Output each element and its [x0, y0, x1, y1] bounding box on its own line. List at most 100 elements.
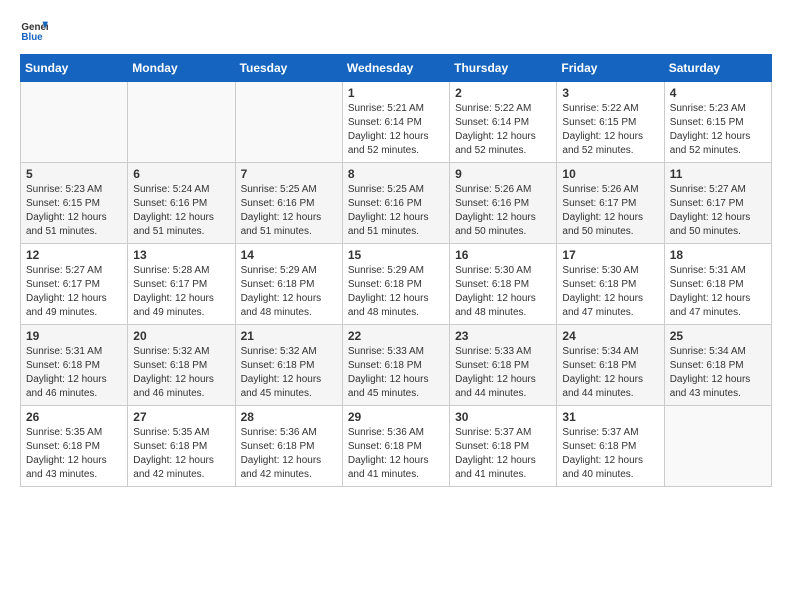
day-number: 28	[241, 410, 337, 424]
calendar-cell: 25 Sunrise: 5:34 AM Sunset: 6:18 PM Dayli…	[664, 325, 771, 406]
week-row-3: 12 Sunrise: 5:27 AM Sunset: 6:17 PM Dayli…	[21, 244, 772, 325]
day-info: Sunrise: 5:31 AM Sunset: 6:18 PM Dayligh…	[670, 264, 766, 320]
day-number: 11	[670, 167, 766, 181]
day-number: 17	[562, 248, 658, 262]
calendar-cell: 12 Sunrise: 5:27 AM Sunset: 6:17 PM Dayli…	[21, 244, 128, 325]
day-info: Sunrise: 5:29 AM Sunset: 6:18 PM Dayligh…	[348, 264, 444, 320]
day-number: 7	[241, 167, 337, 181]
calendar-cell: 8Sunrise: 5:25 AM Sunset: 6:16 PM Daylig…	[342, 163, 449, 244]
calendar-cell: 4Sunrise: 5:23 AM Sunset: 6:15 PM Daylig…	[664, 82, 771, 163]
day-number: 23	[455, 329, 551, 343]
day-info: Sunrise: 5:29 AM Sunset: 6:18 PM Dayligh…	[241, 264, 337, 320]
day-info: Sunrise: 5:22 AM Sunset: 6:15 PM Dayligh…	[562, 102, 658, 158]
calendar-cell: 3 Sunrise: 5:22 AM Sunset: 6:15 PM Daylig…	[557, 82, 664, 163]
calendar-cell: 28 Sunrise: 5:36 AM Sunset: 6:18 PM Dayli…	[235, 406, 342, 487]
day-number: 6	[133, 167, 229, 181]
svg-text:Blue: Blue	[21, 32, 43, 43]
weekday-header-tuesday: Tuesday	[235, 55, 342, 82]
weekday-header-wednesday: Wednesday	[342, 55, 449, 82]
calendar-cell: 6 Sunrise: 5:24 AM Sunset: 6:16 PM Daylig…	[128, 163, 235, 244]
calendar-cell: 24 Sunrise: 5:34 AM Sunset: 6:18 PM Dayli…	[557, 325, 664, 406]
calendar-cell: 10 Sunrise: 5:26 AM Sunset: 6:17 PM Dayli…	[557, 163, 664, 244]
day-number: 26	[26, 410, 122, 424]
day-info: Sunrise: 5:30 AM Sunset: 6:18 PM Dayligh…	[562, 264, 658, 320]
calendar-cell: 23 Sunrise: 5:33 AM Sunset: 6:18 PM Dayli…	[450, 325, 557, 406]
day-info: Sunrise: 5:24 AM Sunset: 6:16 PM Dayligh…	[133, 183, 229, 239]
day-info: Sunrise: 5:25 AM Sunset: 6:16 PM Dayligh…	[348, 183, 444, 239]
calendar-cell	[21, 82, 128, 163]
calendar-cell: 16Sunrise: 5:30 AM Sunset: 6:18 PM Dayli…	[450, 244, 557, 325]
day-number: 13	[133, 248, 229, 262]
day-number: 16	[455, 248, 551, 262]
week-row-2: 5Sunrise: 5:23 AM Sunset: 6:15 PM Daylig…	[21, 163, 772, 244]
week-row-4: 19Sunrise: 5:31 AM Sunset: 6:18 PM Dayli…	[21, 325, 772, 406]
day-number: 3	[562, 86, 658, 100]
calendar-cell: 22 Sunrise: 5:33 AM Sunset: 6:18 PM Dayli…	[342, 325, 449, 406]
day-info: Sunrise: 5:37 AM Sunset: 6:18 PM Dayligh…	[455, 426, 551, 482]
day-info: Sunrise: 5:27 AM Sunset: 6:17 PM Dayligh…	[670, 183, 766, 239]
day-info: Sunrise: 5:36 AM Sunset: 6:18 PM Dayligh…	[241, 426, 337, 482]
day-number: 24	[562, 329, 658, 343]
calendar-cell: 15 Sunrise: 5:29 AM Sunset: 6:18 PM Dayli…	[342, 244, 449, 325]
day-number: 22	[348, 329, 444, 343]
day-info: Sunrise: 5:26 AM Sunset: 6:16 PM Dayligh…	[455, 183, 551, 239]
calendar-cell: 9 Sunrise: 5:26 AM Sunset: 6:16 PM Daylig…	[450, 163, 557, 244]
weekday-header-row: SundayMondayTuesdayWednesdayThursdayFrid…	[21, 55, 772, 82]
day-info: Sunrise: 5:23 AM Sunset: 6:15 PM Dayligh…	[26, 183, 122, 239]
calendar-cell: 31 Sunrise: 5:37 AM Sunset: 6:18 PM Dayli…	[557, 406, 664, 487]
page-header: General Blue	[20, 16, 772, 44]
day-number: 14	[241, 248, 337, 262]
calendar-cell: 13Sunrise: 5:28 AM Sunset: 6:17 PM Dayli…	[128, 244, 235, 325]
day-info: Sunrise: 5:27 AM Sunset: 6:17 PM Dayligh…	[26, 264, 122, 320]
calendar-cell: 29Sunrise: 5:36 AM Sunset: 6:18 PM Dayli…	[342, 406, 449, 487]
calendar-cell	[128, 82, 235, 163]
day-info: Sunrise: 5:32 AM Sunset: 6:18 PM Dayligh…	[241, 345, 337, 401]
day-number: 18	[670, 248, 766, 262]
calendar-cell: 11 Sunrise: 5:27 AM Sunset: 6:17 PM Dayli…	[664, 163, 771, 244]
day-number: 25	[670, 329, 766, 343]
calendar-cell: 21 Sunrise: 5:32 AM Sunset: 6:18 PM Dayli…	[235, 325, 342, 406]
day-info: Sunrise: 5:22 AM Sunset: 6:14 PM Dayligh…	[455, 102, 551, 158]
day-number: 15	[348, 248, 444, 262]
day-info: Sunrise: 5:34 AM Sunset: 6:18 PM Dayligh…	[562, 345, 658, 401]
calendar-cell: 14 Sunrise: 5:29 AM Sunset: 6:18 PM Dayli…	[235, 244, 342, 325]
logo-icon: General Blue	[20, 16, 48, 44]
weekday-header-monday: Monday	[128, 55, 235, 82]
day-info: Sunrise: 5:37 AM Sunset: 6:18 PM Dayligh…	[562, 426, 658, 482]
day-number: 31	[562, 410, 658, 424]
day-info: Sunrise: 5:33 AM Sunset: 6:18 PM Dayligh…	[455, 345, 551, 401]
day-number: 2	[455, 86, 551, 100]
day-number: 12	[26, 248, 122, 262]
logo: General Blue	[20, 16, 48, 44]
calendar-cell	[664, 406, 771, 487]
weekday-header-saturday: Saturday	[664, 55, 771, 82]
calendar-cell: 20Sunrise: 5:32 AM Sunset: 6:18 PM Dayli…	[128, 325, 235, 406]
calendar-table: SundayMondayTuesdayWednesdayThursdayFrid…	[20, 54, 772, 487]
day-info: Sunrise: 5:36 AM Sunset: 6:18 PM Dayligh…	[348, 426, 444, 482]
calendar-cell: 17 Sunrise: 5:30 AM Sunset: 6:18 PM Dayli…	[557, 244, 664, 325]
day-info: Sunrise: 5:23 AM Sunset: 6:15 PM Dayligh…	[670, 102, 766, 158]
calendar-cell: 26 Sunrise: 5:35 AM Sunset: 6:18 PM Dayli…	[21, 406, 128, 487]
day-info: Sunrise: 5:33 AM Sunset: 6:18 PM Dayligh…	[348, 345, 444, 401]
weekday-header-sunday: Sunday	[21, 55, 128, 82]
calendar-cell	[235, 82, 342, 163]
weekday-header-thursday: Thursday	[450, 55, 557, 82]
day-info: Sunrise: 5:26 AM Sunset: 6:17 PM Dayligh…	[562, 183, 658, 239]
calendar-cell: 5Sunrise: 5:23 AM Sunset: 6:15 PM Daylig…	[21, 163, 128, 244]
day-info: Sunrise: 5:25 AM Sunset: 6:16 PM Dayligh…	[241, 183, 337, 239]
day-number: 27	[133, 410, 229, 424]
day-number: 9	[455, 167, 551, 181]
calendar-cell: 1 Sunrise: 5:21 AM Sunset: 6:14 PM Daylig…	[342, 82, 449, 163]
day-number: 10	[562, 167, 658, 181]
day-info: Sunrise: 5:21 AM Sunset: 6:14 PM Dayligh…	[348, 102, 444, 158]
calendar-cell: 19Sunrise: 5:31 AM Sunset: 6:18 PM Dayli…	[21, 325, 128, 406]
day-info: Sunrise: 5:34 AM Sunset: 6:18 PM Dayligh…	[670, 345, 766, 401]
day-number: 30	[455, 410, 551, 424]
day-info: Sunrise: 5:31 AM Sunset: 6:18 PM Dayligh…	[26, 345, 122, 401]
calendar-cell: 30 Sunrise: 5:37 AM Sunset: 6:18 PM Dayli…	[450, 406, 557, 487]
weekday-header-friday: Friday	[557, 55, 664, 82]
day-number: 21	[241, 329, 337, 343]
day-info: Sunrise: 5:32 AM Sunset: 6:18 PM Dayligh…	[133, 345, 229, 401]
day-info: Sunrise: 5:35 AM Sunset: 6:18 PM Dayligh…	[26, 426, 122, 482]
day-number: 1	[348, 86, 444, 100]
